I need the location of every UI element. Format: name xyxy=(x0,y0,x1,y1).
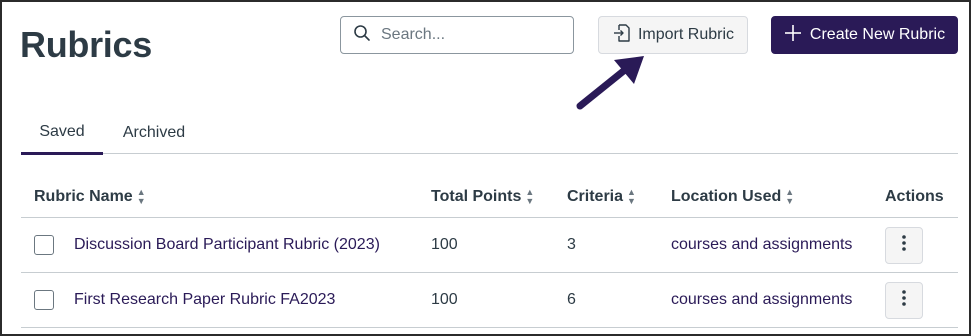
column-label: Location Used xyxy=(671,188,782,205)
criteria-cell: 3 xyxy=(567,236,576,253)
total-points-cell: 100 xyxy=(431,236,458,253)
sort-icon: ▲ ▼ xyxy=(136,187,146,206)
criteria-cell: 6 xyxy=(567,291,576,308)
more-vertical-icon xyxy=(901,289,907,312)
import-icon xyxy=(612,23,638,48)
sort-icon: ▲ ▼ xyxy=(785,187,795,206)
page-title: Rubrics xyxy=(20,24,152,65)
table-row: Discussion Board Participant Rubric (202… xyxy=(21,218,958,273)
sort-icon: ▲ ▼ xyxy=(525,187,535,206)
location-used-link[interactable]: courses and assignments xyxy=(671,236,852,254)
rubric-tabs: Saved Archived xyxy=(21,112,958,155)
tab-saved[interactable]: Saved xyxy=(21,112,103,155)
import-rubric-label: Import Rubric xyxy=(637,26,735,43)
plus-icon xyxy=(784,24,810,47)
column-header-rubric-name[interactable]: Rubric Name ▲ ▼ xyxy=(34,188,146,206)
search-input[interactable] xyxy=(381,26,561,44)
row-checkbox[interactable] xyxy=(34,290,54,310)
column-label: Criteria xyxy=(567,188,624,205)
column-header-actions: Actions xyxy=(885,188,944,206)
annotation-arrow-icon xyxy=(576,56,644,110)
search-box[interactable] xyxy=(340,16,574,54)
column-label: Rubric Name xyxy=(34,188,133,205)
import-rubric-button[interactable]: Import Rubric xyxy=(598,16,748,54)
column-label: Actions xyxy=(885,188,944,205)
row-checkbox[interactable] xyxy=(34,235,54,255)
more-vertical-icon xyxy=(901,234,907,257)
rubrics-table: Rubric Name ▲ ▼ Total Points ▲ ▼ Criteria … xyxy=(21,178,958,328)
column-label: Total Points xyxy=(431,188,522,205)
sort-icon: ▲ ▼ xyxy=(627,187,636,206)
rubrics-page: Rubrics Import Rubric Create New Rubric … xyxy=(0,0,971,336)
search-icon xyxy=(353,24,371,47)
column-header-location-used[interactable]: Location Used ▲ ▼ xyxy=(671,188,794,206)
total-points-cell: 100 xyxy=(431,291,458,308)
tab-archived[interactable]: Archived xyxy=(113,112,195,154)
create-new-rubric-button[interactable]: Create New Rubric xyxy=(771,16,958,54)
actions-menu-button[interactable] xyxy=(885,282,923,319)
actions-menu-button[interactable] xyxy=(885,227,923,264)
create-new-rubric-label: Create New Rubric xyxy=(809,26,946,43)
column-header-total-points[interactable]: Total Points ▲ ▼ xyxy=(431,188,534,206)
rubric-name-link[interactable]: Discussion Board Participant Rubric (202… xyxy=(74,236,380,254)
location-used-link[interactable]: courses and assignments xyxy=(671,291,852,309)
column-header-criteria[interactable]: Criteria ▲ ▼ xyxy=(567,188,636,206)
table-header: Rubric Name ▲ ▼ Total Points ▲ ▼ Criteria … xyxy=(21,178,958,218)
rubric-name-link[interactable]: First Research Paper Rubric FA2023 xyxy=(74,291,335,309)
table-row: First Research Paper Rubric FA2023 100 6… xyxy=(21,273,958,328)
